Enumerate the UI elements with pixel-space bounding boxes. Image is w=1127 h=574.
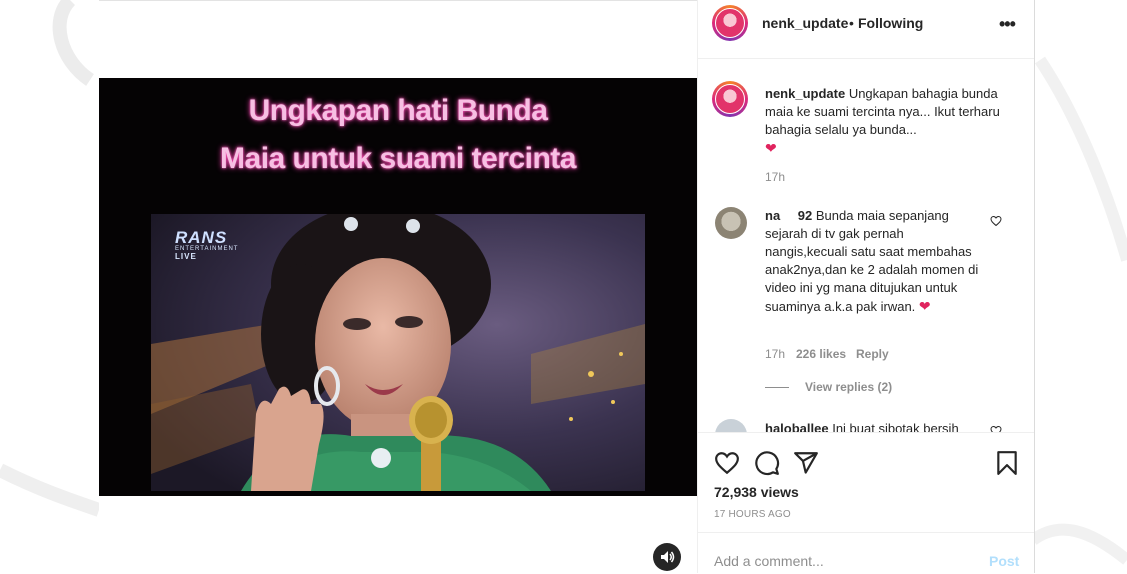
comment-avatar[interactable] [715, 207, 747, 239]
header-separator: • [849, 15, 854, 31]
heart-icon[interactable] [714, 450, 740, 476]
video-caption-line-1: Ungkapan hati Bunda [248, 94, 548, 127]
logo-live-text: LIVE [175, 252, 197, 261]
comment-likes[interactable]: 226 likes [796, 347, 846, 361]
logo-main-text: RANS [175, 228, 228, 247]
replies-divider [765, 387, 789, 388]
bookmark-icon[interactable] [994, 450, 1020, 476]
comments-list[interactable]: nenk_update Ungkapan bahagia bunda maia … [698, 59, 1034, 432]
caption-time: 17h [765, 170, 786, 184]
reply-button[interactable]: Reply [856, 347, 889, 361]
sound-toggle-button[interactable] [653, 543, 681, 571]
comment-time: 17h [765, 347, 786, 361]
video-frame: RANS ENTERTAINMENT LIVE [151, 214, 645, 491]
comment-username[interactable]: na [765, 208, 780, 223]
comment-like-icon[interactable] [990, 425, 1002, 432]
post-timestamp[interactable]: 17 HOURS AGO [714, 509, 791, 520]
caption-avatar[interactable] [712, 81, 748, 117]
following-button[interactable]: Following [858, 15, 923, 31]
comment-avatar[interactable] [715, 419, 747, 432]
comment-like-icon[interactable] [990, 215, 1002, 227]
video-caption-line-2: Maia untuk suami tercinta [220, 142, 576, 175]
comment-text: Ini buat sibotak bersih [832, 421, 959, 432]
comment-text: Bunda maia sepanjang sejarah di tv gak p… [765, 208, 979, 314]
caption-username[interactable]: nenk_update [765, 86, 845, 101]
heart-emoji: ❤ [765, 140, 777, 156]
media-column: Ungkapan hati Bunda Maia untuk suami ter… [99, 0, 697, 574]
views-count[interactable]: 72,938 views [714, 484, 799, 500]
comment-username-suffix[interactable]: 92 [798, 208, 812, 223]
caption: nenk_update Ungkapan bahagia bunda maia … [765, 85, 1015, 158]
speaker-icon [661, 551, 675, 563]
view-replies-button[interactable]: View replies (2) [805, 380, 892, 394]
more-options-icon[interactable]: ••• [999, 14, 1016, 35]
post-video[interactable]: Ungkapan hati Bunda Maia untuk suami ter… [99, 78, 697, 496]
comment-input[interactable]: Add a comment... [714, 553, 824, 569]
avatar[interactable] [712, 5, 748, 41]
post-side-panel: nenk_update • Following ••• nenk_update … [697, 0, 1035, 573]
comment-body: haloballee Ini buat sibotak bersih [765, 421, 959, 432]
rans-logo: RANS ENTERTAINMENT LIVE [175, 228, 238, 261]
share-icon[interactable] [793, 450, 819, 476]
heart-emoji: ❤ [918, 298, 931, 314]
comment-username[interactable]: haloballee [765, 421, 829, 432]
post-header: nenk_update • Following ••• [698, 0, 1034, 59]
comment-icon[interactable] [754, 450, 780, 476]
post-comment-button[interactable]: Post [989, 553, 1019, 569]
header-username[interactable]: nenk_update [762, 15, 848, 31]
comment-body: na 92 Bunda maia sepanjang sejarah di tv… [765, 207, 980, 316]
add-comment-bar: Add a comment... Post [698, 532, 1034, 574]
post-actions: 72,938 views 17 HOURS AGO [698, 432, 1034, 533]
